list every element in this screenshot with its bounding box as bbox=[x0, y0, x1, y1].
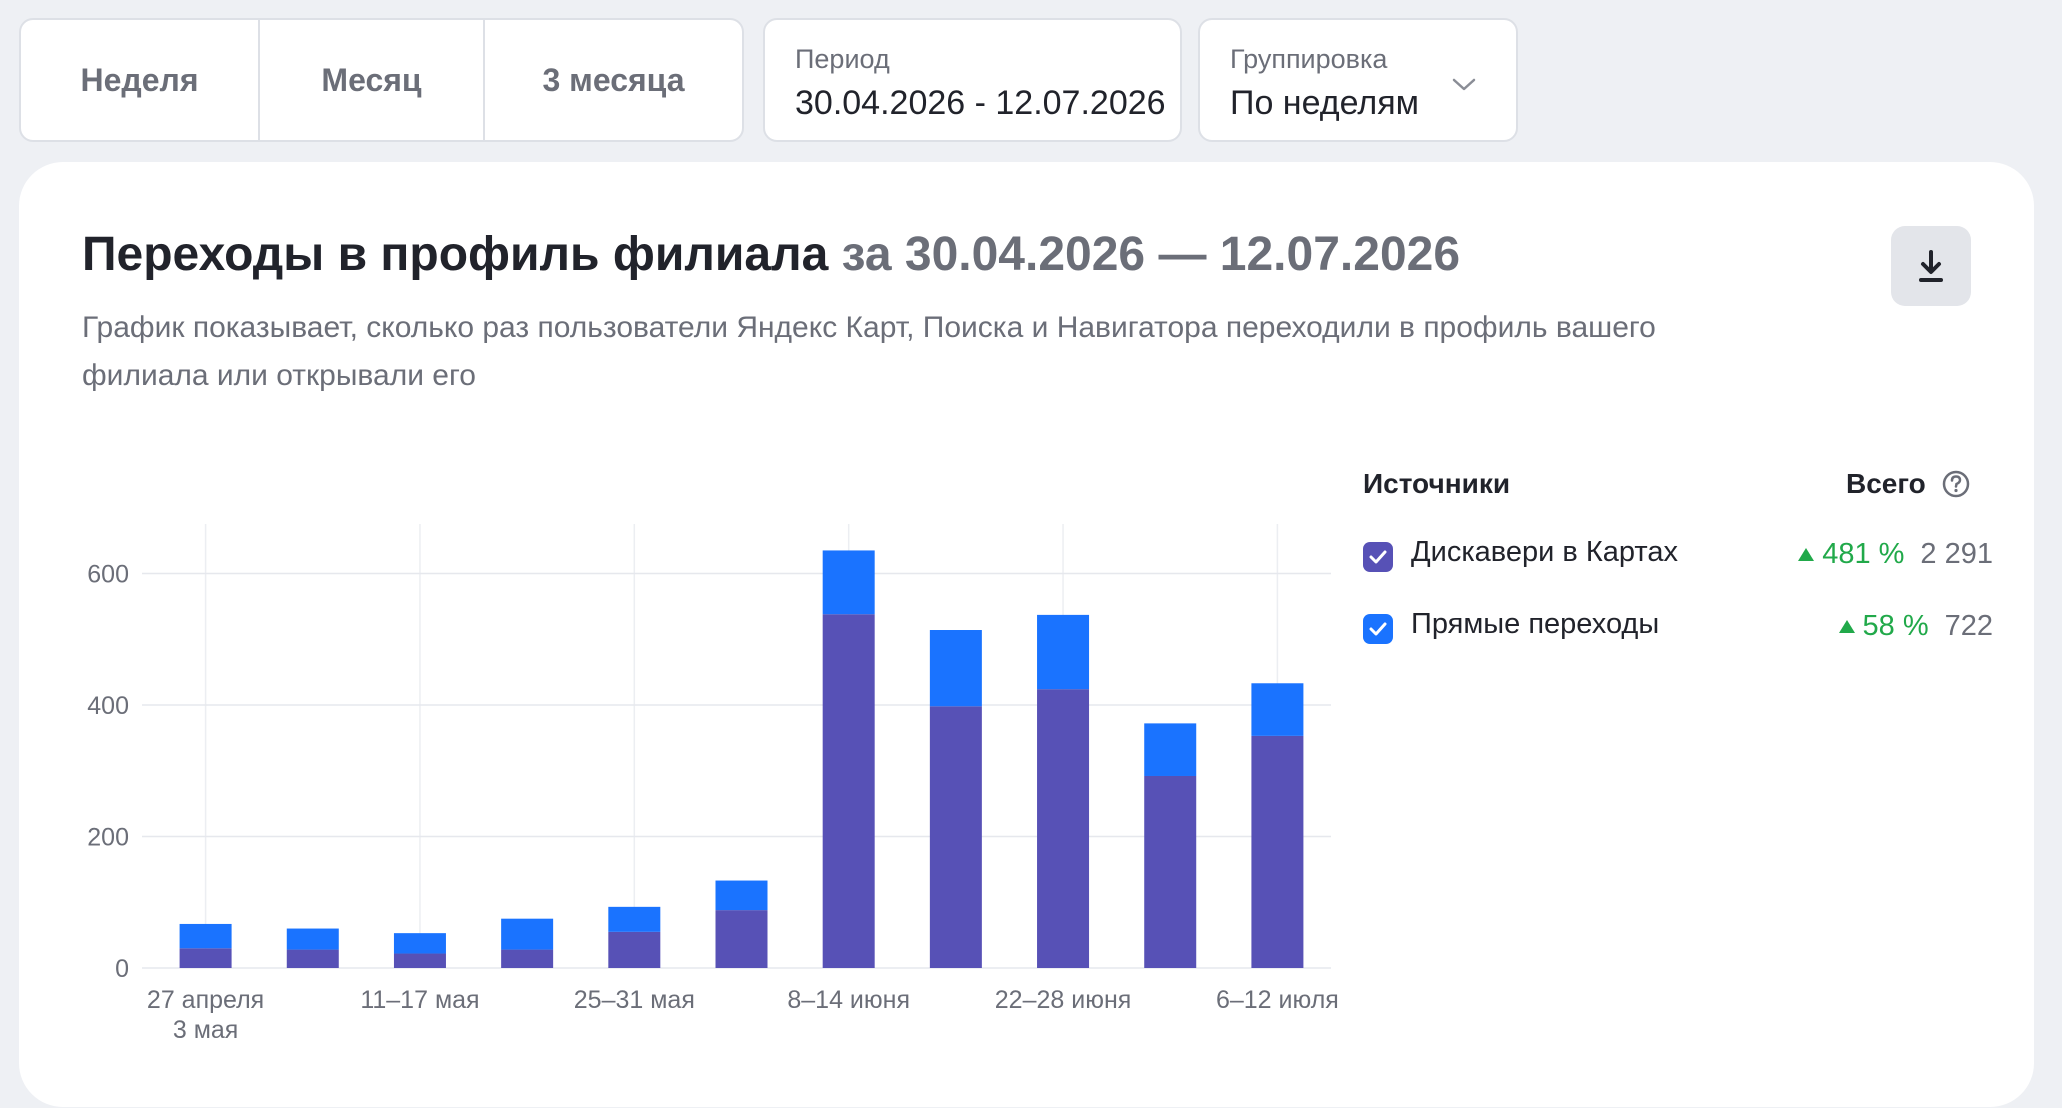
legend-item-discovery: Дискавери в Картах 481 % 2 291 bbox=[1363, 536, 1993, 576]
bar-discovery bbox=[929, 706, 982, 968]
bar-direct bbox=[1037, 614, 1090, 690]
bar-discovery bbox=[179, 948, 232, 968]
bar-direct bbox=[1144, 723, 1197, 776]
discovery-label: Дискавери в Картах bbox=[1411, 536, 1678, 568]
grouping-select[interactable]: Группировка По неделям bbox=[1198, 18, 1518, 142]
y-tick-label: 400 bbox=[87, 692, 129, 720]
bar-direct bbox=[715, 880, 768, 911]
period-picker[interactable]: Период 30.04.2026 - 12.07.2026 bbox=[763, 18, 1182, 142]
bar-discovery bbox=[286, 949, 339, 968]
download-icon bbox=[1919, 250, 1943, 282]
grouping-label: Группировка bbox=[1230, 44, 1388, 74]
y-tick-label: 0 bbox=[115, 955, 129, 983]
check-icon bbox=[1369, 550, 1387, 564]
discovery-stats: 481 % 2 291 bbox=[1798, 538, 1993, 571]
direct-label: Прямые переходы bbox=[1411, 608, 1660, 640]
tab-week[interactable]: Неделя bbox=[21, 20, 260, 140]
download-button[interactable] bbox=[1891, 226, 1971, 306]
direct-total: 722 bbox=[1944, 610, 1993, 642]
direct-growth: 58 % bbox=[1838, 610, 1929, 643]
arrow-up-icon bbox=[1798, 548, 1815, 561]
bar-direct bbox=[501, 918, 554, 950]
tab-month[interactable]: Месяц bbox=[260, 20, 485, 140]
bar-discovery bbox=[1144, 775, 1197, 968]
period-label: Период bbox=[795, 44, 890, 74]
arrow-up-icon bbox=[1838, 620, 1855, 633]
legend-item-direct: Прямые переходы 58 % 722 bbox=[1363, 608, 1993, 648]
y-tick-label: 600 bbox=[87, 560, 129, 588]
bar-direct bbox=[608, 906, 661, 932]
direct-growth-value: 58 % bbox=[1862, 610, 1929, 642]
y-tick-label: 200 bbox=[87, 823, 129, 851]
x-tick-label: 22–28 июня bbox=[995, 986, 1132, 1014]
bar-direct bbox=[393, 933, 446, 954]
bar-chart: 0 200 400 600 27 апреля3 мая 11–17 мая 25–31 м… bbox=[87, 524, 1339, 1044]
discovery-total: 2 291 bbox=[1920, 538, 1993, 570]
x-tick-label: 11–17 мая bbox=[360, 986, 479, 1014]
transitions-card: Переходы в профиль филиала за 30.04.2026… bbox=[19, 162, 2034, 1107]
x-tick-label: 27 апреля bbox=[147, 986, 264, 1014]
discovery-checkbox[interactable] bbox=[1363, 542, 1393, 572]
bar-discovery bbox=[501, 949, 554, 968]
check-icon bbox=[1369, 622, 1387, 636]
grouping-value: По неделям bbox=[1230, 84, 1419, 122]
chevron-down-icon bbox=[1452, 78, 1476, 91]
bar-discovery bbox=[393, 953, 446, 968]
bar-direct bbox=[179, 923, 232, 949]
bar-discovery bbox=[1251, 735, 1304, 968]
discovery-growth: 481 % bbox=[1798, 538, 1904, 571]
direct-checkbox[interactable] bbox=[1363, 614, 1393, 644]
x-tick-label: 25–31 мая bbox=[574, 986, 695, 1014]
bar-direct bbox=[286, 928, 339, 950]
question-circle-icon[interactable] bbox=[1941, 469, 1971, 499]
tab-3-months[interactable]: 3 месяца bbox=[485, 20, 742, 140]
bar-direct bbox=[1251, 683, 1304, 736]
x-tick-label: 3 мая bbox=[173, 1016, 238, 1044]
direct-stats: 58 % 722 bbox=[1838, 610, 1993, 643]
legend-total-label: Всего bbox=[1846, 468, 1926, 499]
discovery-growth-value: 481 % bbox=[1822, 538, 1905, 570]
period-tabs: Неделя Месяц 3 месяца bbox=[19, 18, 744, 142]
bar-discovery bbox=[715, 910, 768, 968]
legend-sources-label: Источники bbox=[1363, 468, 1511, 499]
bar-direct bbox=[929, 630, 982, 707]
bar-discovery bbox=[822, 614, 875, 968]
bar-discovery bbox=[1037, 689, 1090, 968]
x-tick-label: 8–14 июня bbox=[787, 986, 910, 1014]
period-value: 30.04.2026 - 12.07.2026 bbox=[795, 84, 1166, 122]
x-tick-label: 6–12 июля bbox=[1216, 986, 1339, 1014]
bar-direct bbox=[822, 550, 875, 615]
bar-discovery bbox=[608, 931, 661, 968]
